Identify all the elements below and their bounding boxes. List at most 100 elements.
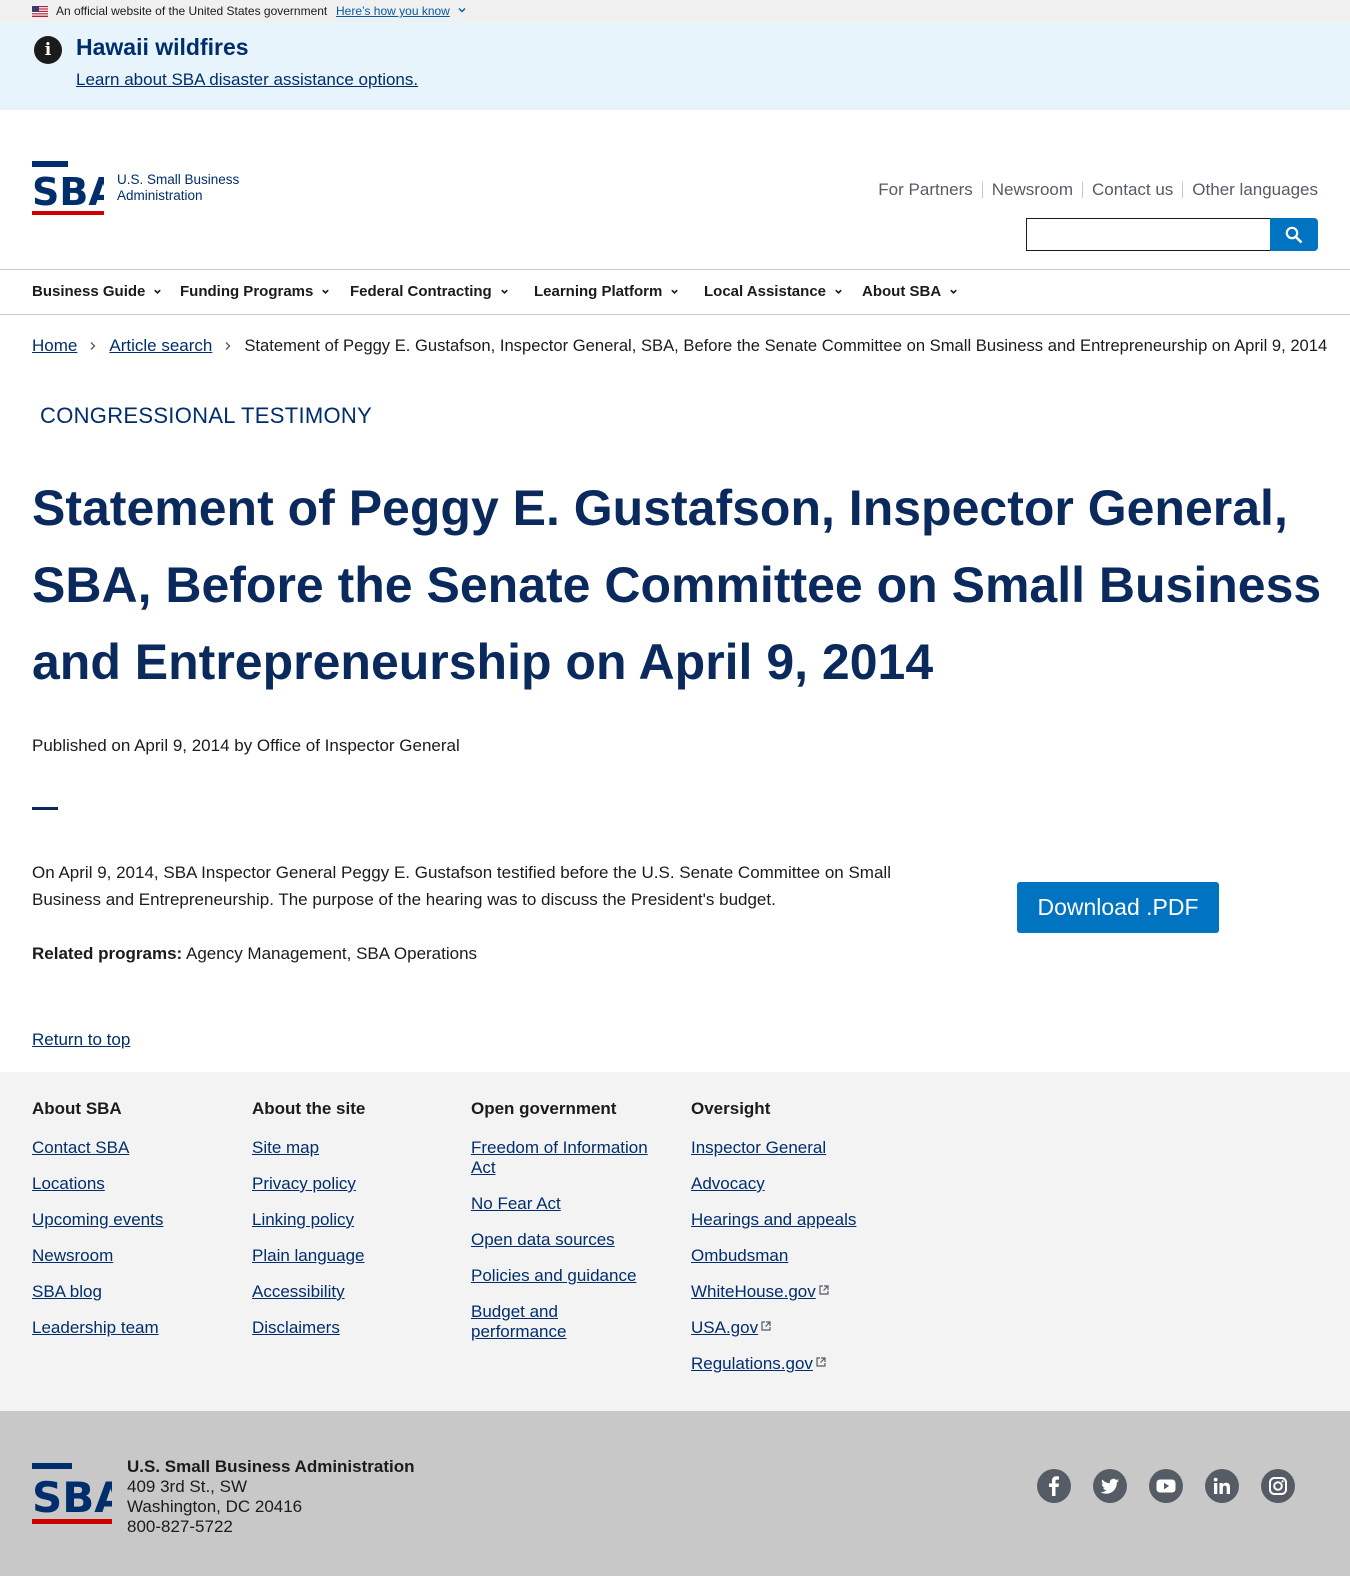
phone-number: 800-827-5722 [127, 1517, 233, 1536]
logo-text-line2: Administration [117, 188, 203, 203]
footer-link-usa-gov[interactable]: USA.gov [691, 1318, 891, 1338]
footer-heading: Open government [471, 1099, 617, 1118]
twitter-link[interactable] [1093, 1469, 1127, 1503]
breadcrumb-current: Statement of Peggy E. Gustafson, Inspect… [244, 336, 1328, 355]
footer-link-sba-blog[interactable]: SBA blog [32, 1282, 232, 1302]
search-button[interactable] [1270, 218, 1318, 251]
nav-federal-contracting[interactable]: Federal Contracting [350, 283, 509, 300]
nav-label: Learning Platform [534, 283, 663, 300]
footer-link-policies[interactable]: Policies and guidance [471, 1266, 666, 1286]
nav-local-assistance[interactable]: Local Assistance [704, 283, 843, 300]
org-name: U.S. Small Business Administration [127, 1457, 415, 1476]
gov-banner: An official website of the United States… [0, 0, 1350, 22]
twitter-icon [1100, 1478, 1119, 1494]
nav-label: About SBA [862, 283, 942, 300]
nav-funding-programs[interactable]: Funding Programs [180, 283, 330, 300]
nav-about-sba[interactable]: About SBA [862, 283, 958, 300]
footer-link-plain-language[interactable]: Plain language [252, 1246, 452, 1266]
how-you-know-link[interactable]: Here’s how you know [336, 4, 450, 18]
breadcrumb-home[interactable]: Home [32, 336, 77, 356]
footer-link-inspector-general[interactable]: Inspector General [691, 1138, 891, 1158]
nav-label: Business Guide [32, 283, 146, 300]
footer-link-locations[interactable]: Locations [32, 1174, 232, 1194]
footer-link-privacy-policy[interactable]: Privacy policy [252, 1174, 452, 1194]
related-programs: Related programs: Agency Management, SBA… [32, 944, 477, 964]
svg-text:SBA: SBA [32, 1473, 112, 1522]
newsroom-link[interactable]: Newsroom [992, 180, 1073, 200]
external-link-icon [761, 1321, 771, 1331]
for-partners-link[interactable]: For Partners [878, 180, 972, 200]
article-type: CONGRESSIONAL TESTIMONY [40, 403, 373, 428]
instagram-link[interactable] [1261, 1469, 1295, 1503]
main-nav: Business Guide Funding Programs Federal … [0, 269, 1350, 315]
external-link-icon [819, 1285, 829, 1295]
return-to-top-link[interactable]: Return to top [32, 1030, 130, 1050]
search-input[interactable] [1026, 218, 1271, 251]
footer-link-open-data[interactable]: Open data sources [471, 1230, 666, 1250]
instagram-icon [1269, 1477, 1287, 1495]
footer-link-upcoming-events[interactable]: Upcoming events [32, 1210, 232, 1230]
published-info: Published on April 9, 2014 by Office of … [32, 736, 460, 755]
chevron-down-icon [671, 289, 679, 294]
youtube-link[interactable] [1149, 1469, 1183, 1503]
breadcrumb-article-search[interactable]: Article search [109, 336, 212, 356]
footer-link-linking-policy[interactable]: Linking policy [252, 1210, 452, 1230]
other-languages-link[interactable]: Other languages [1192, 180, 1318, 200]
footer-col-open-government: Open government Freedom of Information A… [471, 1099, 666, 1358]
page-title: Statement of Peggy E. Gustafson, Inspect… [32, 480, 1322, 690]
wildfire-alert: i Hawaii wildfires Learn about SBA disas… [0, 22, 1350, 110]
nav-label: Local Assistance [704, 283, 826, 300]
divider [1182, 182, 1184, 198]
related-programs-label: Related programs: [32, 944, 183, 963]
footer-heading: About the site [252, 1099, 366, 1118]
footer-link-foia[interactable]: Freedom of Information Act [471, 1138, 666, 1178]
footer-link-whitehouse[interactable]: WhiteHouse.gov [691, 1282, 891, 1302]
chevron-down-icon [500, 289, 508, 294]
divider [1082, 182, 1084, 198]
footer-col-about-site: About the site Site map Privacy policy L… [252, 1099, 452, 1354]
divider [981, 182, 983, 198]
footer-link-advocacy[interactable]: Advocacy [691, 1174, 891, 1194]
footer-link-budget[interactable]: Budget and performance [471, 1302, 581, 1342]
linkedin-link[interactable] [1205, 1469, 1239, 1503]
chevron-down-icon [154, 289, 162, 294]
sba-logo[interactable]: SBA [32, 161, 104, 217]
footer-link-leadership-team[interactable]: Leadership team [32, 1318, 232, 1338]
footer-link-site-map[interactable]: Site map [252, 1138, 452, 1158]
sba-footer-logo[interactable]: SBA [32, 1463, 112, 1525]
facebook-icon [1049, 1476, 1059, 1496]
chevron-right-icon [225, 342, 231, 350]
chevron-down-icon [835, 289, 842, 294]
footer-link-ombudsman[interactable]: Ombudsman [691, 1246, 891, 1266]
external-link-icon [816, 1357, 826, 1367]
related-programs-value: Agency Management, SBA Operations [182, 944, 478, 963]
footer-link-disclaimers[interactable]: Disclaimers [252, 1318, 452, 1338]
alert-link[interactable]: Learn about SBA disaster assistance opti… [76, 70, 418, 90]
alert-title: Hawaii wildfires [76, 34, 249, 60]
footer-address: U.S. Small Business Administration 409 3… [127, 1457, 415, 1537]
footer-link-contact-sba[interactable]: Contact SBA [32, 1138, 232, 1158]
nav-business-guide[interactable]: Business Guide [32, 283, 162, 300]
footer-link-no-fear-act[interactable]: No Fear Act [471, 1194, 666, 1214]
chevron-right-icon [90, 342, 96, 350]
footer-link-regulations[interactable]: Regulations.gov [691, 1354, 891, 1374]
download-pdf-button[interactable]: Download .PDF [1017, 882, 1219, 933]
chevron-down-icon[interactable] [457, 5, 467, 15]
nav-learning-platform[interactable]: Learning Platform [534, 283, 679, 300]
youtube-icon [1156, 1479, 1176, 1493]
footer-heading: Oversight [691, 1099, 771, 1118]
gov-banner-text: An official website of the United States… [56, 4, 328, 18]
breadcrumb: Home Article search Statement of Peggy E… [32, 336, 1327, 356]
logo-text: U.S. Small Business Administration [117, 172, 239, 204]
linkedin-icon [1213, 1477, 1230, 1494]
article-summary: On April 9, 2014, SBA Inspector General … [32, 863, 891, 909]
footer-link-newsroom[interactable]: Newsroom [32, 1246, 232, 1266]
footer-link-hearings[interactable]: Hearings and appeals [691, 1210, 891, 1230]
contact-us-link[interactable]: Contact us [1092, 180, 1173, 200]
footer-col-oversight: Oversight Inspector General Advocacy Hea… [691, 1099, 891, 1390]
facebook-link[interactable] [1037, 1469, 1071, 1503]
footer-link-accessibility[interactable]: Accessibility [252, 1282, 452, 1302]
footer-col-about-sba: About SBA Contact SBA Locations Upcoming… [32, 1099, 232, 1354]
footer-heading: About SBA [32, 1099, 122, 1118]
footer-links: About SBA Contact SBA Locations Upcoming… [0, 1072, 1350, 1411]
